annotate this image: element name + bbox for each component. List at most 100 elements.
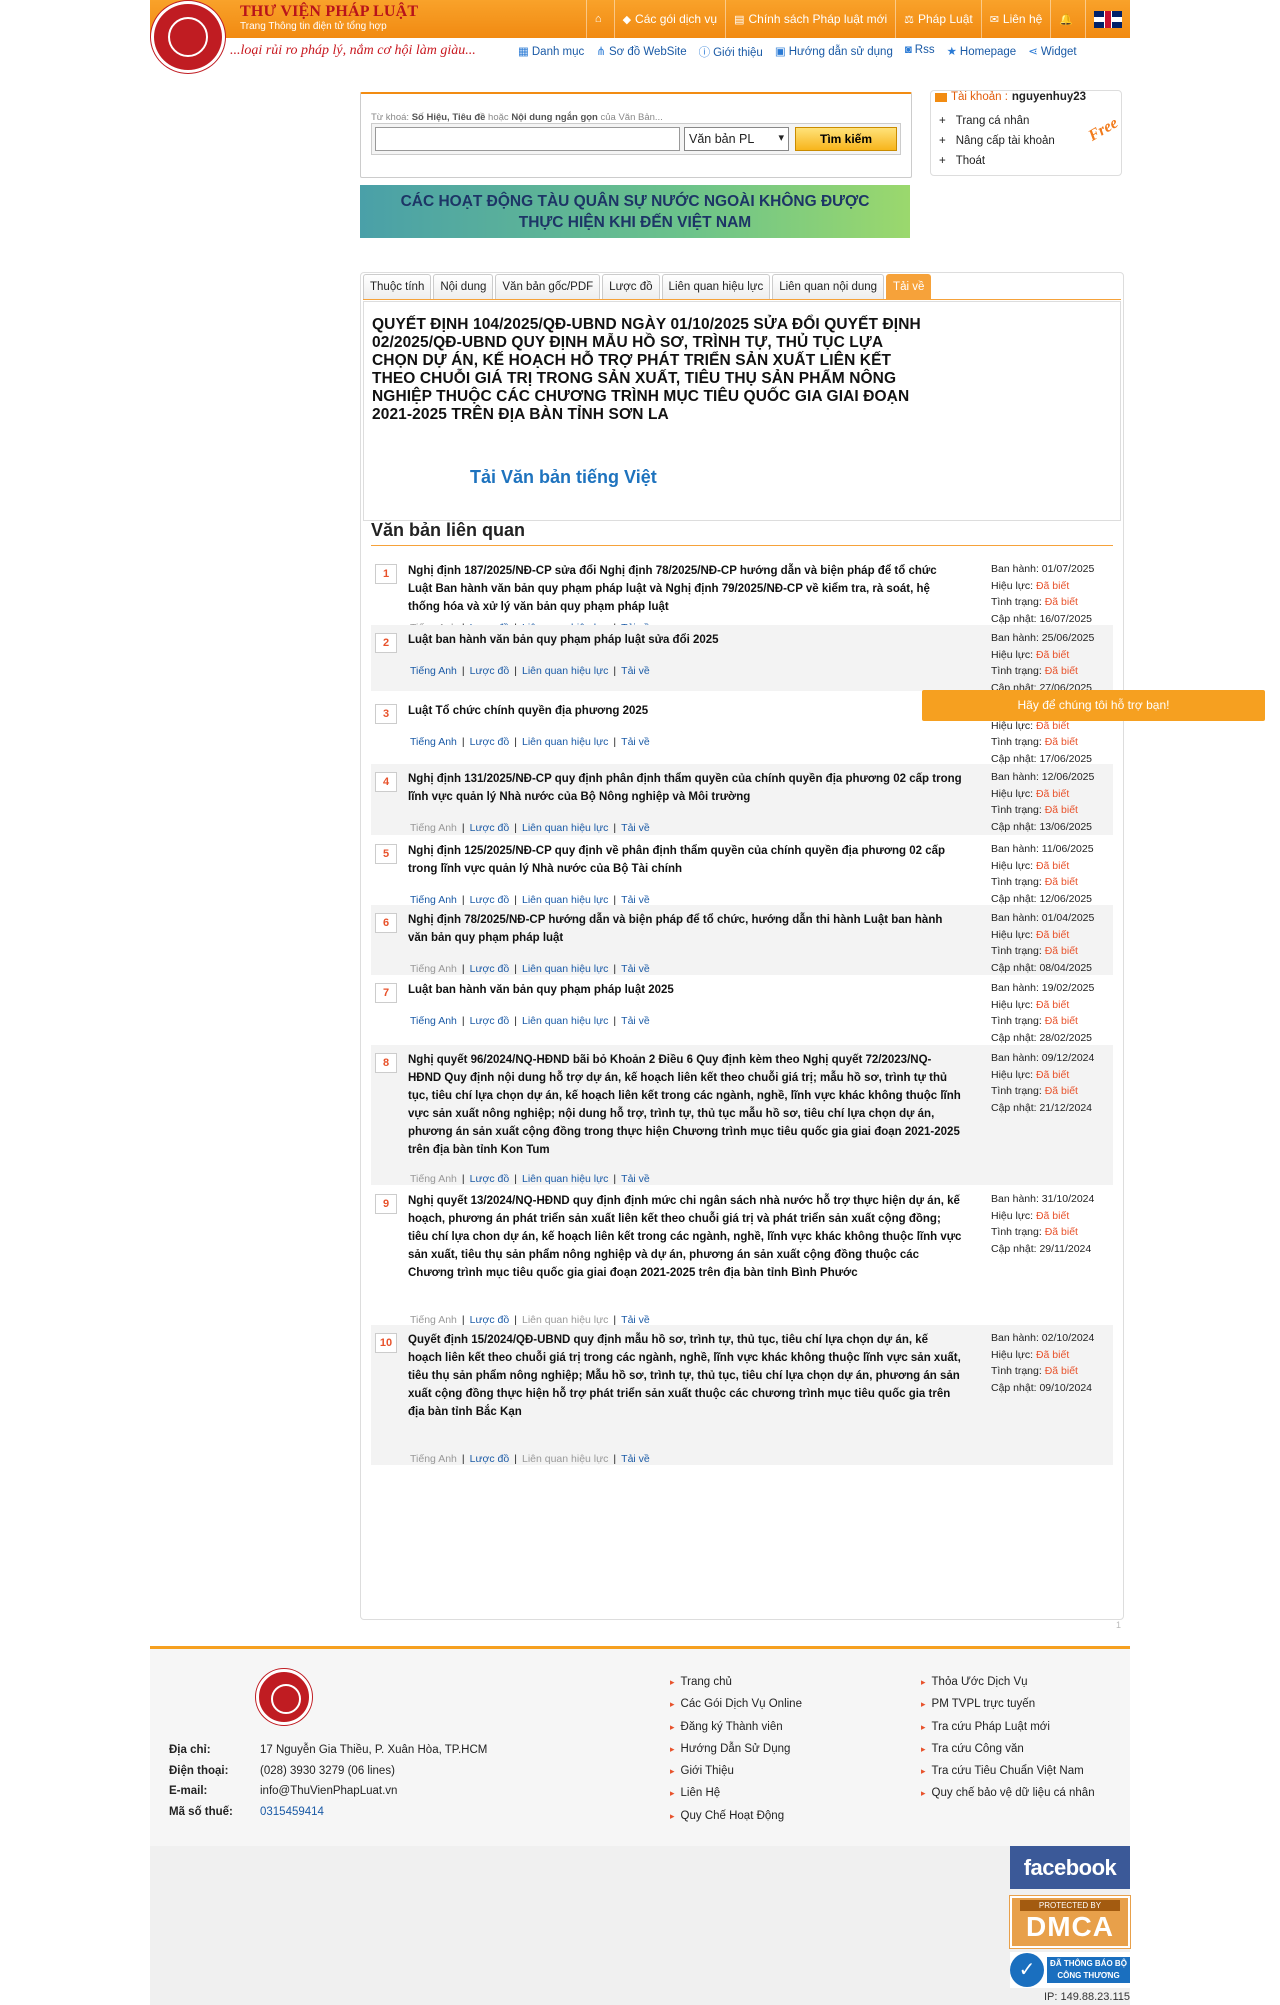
item-english-link[interactable]: Tiếng Anh: [410, 1453, 457, 1465]
item-english-link[interactable]: Tiếng Anh: [410, 1015, 457, 1027]
pager[interactable]: 1: [1116, 1620, 1121, 1630]
footer-link[interactable]: Tra cứu Công văn: [921, 1738, 1095, 1760]
item-title[interactable]: Nghị định 125/2025/NĐ-CP quy định về phâ…: [408, 842, 964, 878]
account-profile-link[interactable]: Trang cá nhân: [939, 111, 1055, 131]
item-download-link[interactable]: Tải về: [621, 1453, 650, 1465]
item-effect-link[interactable]: Liên quan hiệu lực: [522, 736, 608, 748]
nav-home[interactable]: ⌂: [585, 0, 614, 38]
status-value[interactable]: Đã biết: [1045, 596, 1078, 608]
footer-link[interactable]: Thỏa Ước Dịch Vụ: [921, 1671, 1095, 1693]
tab-5[interactable]: Liên quan nội dung: [772, 274, 885, 299]
footer-link[interactable]: Giới Thiệu: [670, 1760, 802, 1782]
account-upgrade-link[interactable]: Nâng cấp tài khoản: [939, 131, 1055, 151]
effect-status[interactable]: Đã biết: [1036, 720, 1069, 732]
status-value[interactable]: Đã biết: [1045, 1365, 1078, 1377]
item-effect-link[interactable]: Liên quan hiệu lực: [522, 1015, 608, 1027]
nav-new-policy[interactable]: ▤ Chính sách Pháp luật mới: [725, 0, 895, 38]
item-diagram-link[interactable]: Lược đồ: [470, 736, 510, 748]
item-diagram-link[interactable]: Lược đồ: [470, 1173, 510, 1185]
item-title[interactable]: Nghị định 78/2025/NĐ-CP hướng dẫn và biệ…: [408, 911, 964, 947]
status-value[interactable]: Đã biết: [1045, 1085, 1078, 1097]
item-english-link[interactable]: Tiếng Anh: [410, 665, 457, 677]
tab-1[interactable]: Nội dung: [433, 274, 494, 299]
status-value[interactable]: Đã biết: [1045, 1015, 1078, 1027]
item-title[interactable]: Quyết định 15/2024/QĐ-UBND quy định mẫu …: [408, 1331, 964, 1421]
nav-language[interactable]: [1085, 0, 1130, 38]
footer-link[interactable]: Đăng ký Thành viên: [670, 1716, 802, 1738]
subnav-sitemap[interactable]: ⋔ Sơ đồ WebSite: [596, 44, 686, 60]
item-effect-link[interactable]: Liên quan hiệu lực: [522, 1173, 608, 1185]
item-title[interactable]: Nghị quyết 13/2024/NQ-HĐND quy định định…: [408, 1192, 964, 1282]
item-download-link[interactable]: Tải về: [621, 1173, 650, 1185]
nav-packages[interactable]: ◆ Các gói dịch vụ: [613, 0, 726, 38]
nav-notifications[interactable]: 🔔: [1050, 0, 1085, 38]
item-english-link[interactable]: Tiếng Anh: [410, 736, 457, 748]
search-button[interactable]: Tìm kiếm: [795, 127, 897, 151]
footer-link[interactable]: Hướng Dẫn Sử Dụng: [670, 1738, 802, 1760]
site-title[interactable]: THƯ VIỆN PHÁP LUẬT: [240, 3, 418, 21]
download-vietnamese-link[interactable]: Tải Văn bản tiếng Việt: [470, 467, 657, 488]
footer-link[interactable]: Quy Chế Hoạt Động: [670, 1805, 802, 1827]
account-logout-link[interactable]: Thoát: [939, 151, 1055, 171]
status-value[interactable]: Đã biết: [1045, 736, 1078, 748]
item-download-link[interactable]: Tải về: [621, 665, 650, 677]
search-input[interactable]: [375, 127, 680, 151]
effect-status[interactable]: Đã biết: [1036, 788, 1069, 800]
site-logo[interactable]: [151, 1, 225, 73]
nav-law[interactable]: ⚖ Pháp Luật: [895, 0, 981, 38]
subnav-guide[interactable]: ▣ Hướng dẫn sử dụng: [775, 44, 893, 60]
subnav-rss[interactable]: ◙ Rss: [905, 44, 935, 60]
item-diagram-link[interactable]: Lược đồ: [470, 963, 510, 975]
support-button[interactable]: Hãy để chúng tôi hỗ trợ bạn!: [922, 690, 1265, 721]
facebook-link[interactable]: facebook: [1010, 1846, 1130, 1889]
footer-link[interactable]: Các Gói Dịch Vụ Online: [670, 1693, 802, 1715]
item-download-link[interactable]: Tải về: [621, 736, 650, 748]
tab-6[interactable]: Tải về: [886, 274, 932, 299]
document-type-select[interactable]: Văn bản PL: [684, 127, 789, 151]
item-download-link[interactable]: Tải về: [621, 1015, 650, 1027]
dmca-badge[interactable]: PROTECTED BY DMCA: [1010, 1896, 1130, 1948]
item-title[interactable]: Luật ban hành văn bản quy phạm pháp luật…: [408, 981, 964, 999]
item-english-link[interactable]: Tiếng Anh: [410, 1173, 457, 1185]
item-diagram-link[interactable]: Lược đồ: [470, 665, 510, 677]
item-diagram-link[interactable]: Lược đồ: [470, 1453, 510, 1465]
item-title[interactable]: Luật ban hành văn bản quy phạm pháp luật…: [408, 631, 964, 649]
account-username[interactable]: nguyenhuy23: [1012, 91, 1086, 103]
item-effect-link[interactable]: Liên quan hiệu lực: [522, 1453, 608, 1465]
item-effect-link[interactable]: Liên quan hiệu lực: [522, 963, 608, 975]
footer-link[interactable]: Liên Hệ: [670, 1782, 802, 1804]
item-title[interactable]: Luật Tổ chức chính quyền địa phương 2025: [408, 702, 964, 720]
effect-status[interactable]: Đã biết: [1036, 929, 1069, 941]
effect-status[interactable]: Đã biết: [1036, 580, 1069, 592]
footer-link[interactable]: PM TVPL trực tuyến: [921, 1693, 1095, 1715]
nav-contact[interactable]: ✉ Liên hệ: [980, 0, 1051, 38]
effect-status[interactable]: Đã biết: [1036, 860, 1069, 872]
tab-4[interactable]: Liên quan hiệu lực: [661, 274, 771, 299]
tab-0[interactable]: Thuộc tính: [363, 274, 432, 299]
status-value[interactable]: Đã biết: [1045, 804, 1078, 816]
item-effect-link[interactable]: Liên quan hiệu lực: [522, 822, 608, 834]
tab-3[interactable]: Lược đồ: [602, 274, 660, 299]
promo-banner[interactable]: CÁC HOẠT ĐỘNG TÀU QUÂN SỰ NƯỚC NGOÀI KHÔ…: [360, 185, 910, 238]
bct-badge[interactable]: ✓ ĐÃ THÔNG BÁO BỘ CÔNG THƯƠNG: [1010, 1952, 1130, 1988]
effect-status[interactable]: Đã biết: [1036, 1349, 1069, 1361]
effect-status[interactable]: Đã biết: [1036, 1069, 1069, 1081]
item-download-link[interactable]: Tải về: [621, 822, 650, 834]
footer-link[interactable]: Tra cứu Pháp Luật mới: [921, 1716, 1095, 1738]
footer-link[interactable]: Quy chế bảo vệ dữ liệu cá nhân: [921, 1782, 1095, 1804]
item-title[interactable]: Nghị định 187/2025/NĐ-CP sửa đổi Nghị đị…: [408, 562, 964, 616]
item-title[interactable]: Nghị quyết 96/2024/NQ-HĐND bãi bỏ Khoản …: [408, 1051, 964, 1159]
tab-2[interactable]: Văn bản gốc/PDF: [495, 274, 601, 299]
item-diagram-link[interactable]: Lược đồ: [470, 1015, 510, 1027]
subnav-category[interactable]: ▦ Danh mục: [518, 44, 584, 60]
item-english-link[interactable]: Tiếng Anh: [410, 822, 457, 834]
footer-tax-code[interactable]: 0315459414: [260, 1802, 324, 1823]
footer-link[interactable]: Trang chủ: [670, 1671, 802, 1693]
status-value[interactable]: Đã biết: [1045, 945, 1078, 957]
status-value[interactable]: Đã biết: [1045, 876, 1078, 888]
status-value[interactable]: Đã biết: [1045, 1226, 1078, 1238]
item-title[interactable]: Nghị định 131/2025/NĐ-CP quy định phân đ…: [408, 770, 964, 806]
footer-link[interactable]: Tra cứu Tiêu Chuẩn Việt Nam: [921, 1760, 1095, 1782]
subnav-about[interactable]: ⓘ Giới thiệu: [699, 44, 763, 60]
effect-status[interactable]: Đã biết: [1036, 1210, 1069, 1222]
